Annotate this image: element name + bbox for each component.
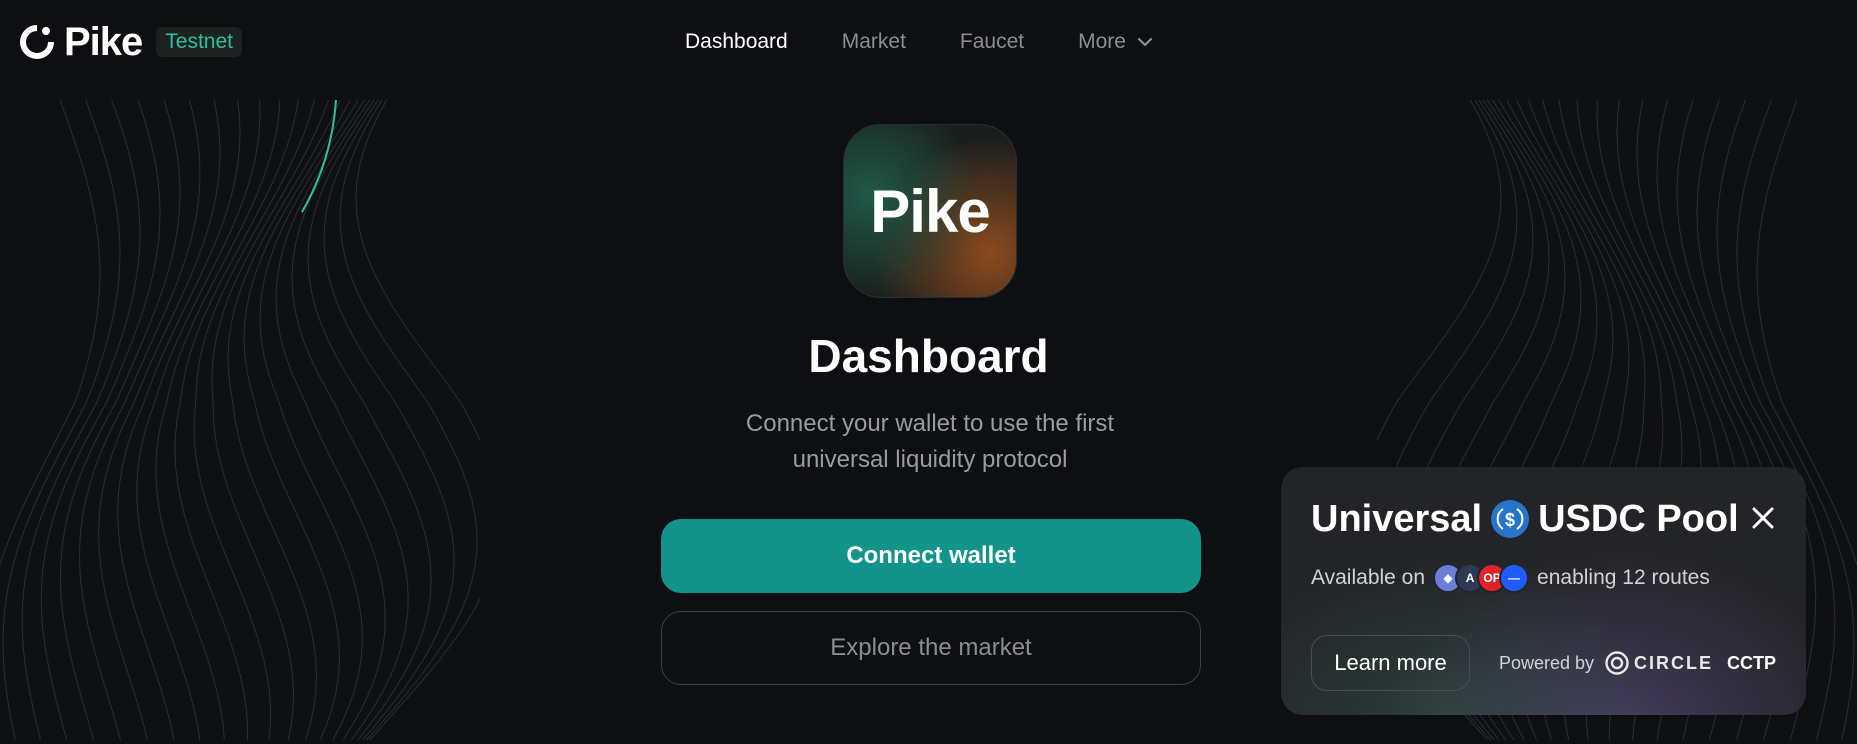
contour-line xyxy=(323,100,455,741)
page-title: Dashboard xyxy=(808,330,1049,382)
nav-market[interactable]: Market xyxy=(842,28,906,56)
contour-line xyxy=(259,100,363,741)
contour-line xyxy=(155,100,281,741)
promo-availability: Available on ◆ A OP — enabling 12 routes xyxy=(1311,563,1710,593)
nav-more[interactable]: More xyxy=(1078,28,1154,56)
available-label: Available on xyxy=(1311,566,1426,589)
circle-wordmark: CIRCLE xyxy=(1634,653,1713,673)
contour-line xyxy=(307,100,432,741)
contour-line xyxy=(211,100,329,741)
subtitle-line-1: Connect your wallet to use the first xyxy=(745,410,1115,437)
base-icon: — xyxy=(1499,563,1530,593)
contour-line xyxy=(2,100,121,741)
cctp-label: CCTP xyxy=(1727,653,1776,673)
circle-logo: CIRCLE xyxy=(1604,647,1713,679)
promo-title-left: Universal xyxy=(1311,498,1483,540)
contour-line xyxy=(339,100,478,741)
background-lines-left xyxy=(0,100,480,741)
powered-label: Powered by xyxy=(1498,653,1594,673)
contour-line xyxy=(275,100,386,741)
brand[interactable]: Pike Testnet xyxy=(18,20,243,64)
pike-logo-icon xyxy=(20,25,54,59)
contour-line xyxy=(136,100,261,741)
usdc-pool-promo-card: Universal $ USDC Pool Available on ◆ A O… xyxy=(1281,467,1806,715)
close-icon[interactable] xyxy=(1750,505,1776,531)
nav-more-label: More xyxy=(1078,30,1126,53)
contour-line xyxy=(98,100,221,741)
accent-line xyxy=(301,100,337,213)
learn-more-button[interactable]: Learn more xyxy=(1311,635,1470,691)
contour-line xyxy=(0,100,101,567)
contour-line xyxy=(355,100,480,741)
nav-dashboard[interactable]: Dashboard xyxy=(685,28,788,56)
contour-line xyxy=(79,100,201,741)
top-nav-bar: Pike Testnet Dashboard Market Faucet Mor… xyxy=(0,0,1857,86)
chain-icons: ◆ A OP — xyxy=(1433,563,1530,593)
circle-logo-icon xyxy=(1605,651,1629,675)
app-icon-text: Pike xyxy=(870,177,990,245)
contour-line xyxy=(40,100,161,741)
network-badge: Testnet xyxy=(156,27,243,57)
usdc-icon: $ xyxy=(1491,500,1530,538)
chevron-down-icon xyxy=(1137,37,1153,47)
explore-market-button[interactable]: Explore the market xyxy=(661,611,1201,685)
contour-line xyxy=(227,100,341,741)
routes-label: enabling 12 routes xyxy=(1537,566,1710,589)
contour-line xyxy=(59,100,181,741)
page-subtitle: Connect your wallet to use the first uni… xyxy=(700,406,1160,478)
contour-line xyxy=(174,100,299,741)
contour-line xyxy=(243,100,351,741)
main-nav: Dashboard Market Faucet More xyxy=(685,28,1154,56)
nav-faucet[interactable]: Faucet xyxy=(960,28,1024,56)
contour-line xyxy=(117,100,241,741)
contour-line xyxy=(291,100,409,741)
contour-line xyxy=(21,100,141,741)
subtitle-line-2: universal liquidity protocol xyxy=(792,446,1068,473)
connect-wallet-button[interactable]: Connect wallet xyxy=(661,519,1201,593)
app-icon: Pike xyxy=(843,124,1017,298)
promo-title: Universal $ USDC Pool xyxy=(1311,497,1739,541)
brand-name: Pike xyxy=(64,20,143,64)
contour-line xyxy=(193,100,315,741)
svg-text:$: $ xyxy=(1505,510,1515,530)
powered-by: Powered by CIRCLE CCTP xyxy=(1499,647,1776,679)
promo-title-right: USDC Pool xyxy=(1538,498,1739,540)
